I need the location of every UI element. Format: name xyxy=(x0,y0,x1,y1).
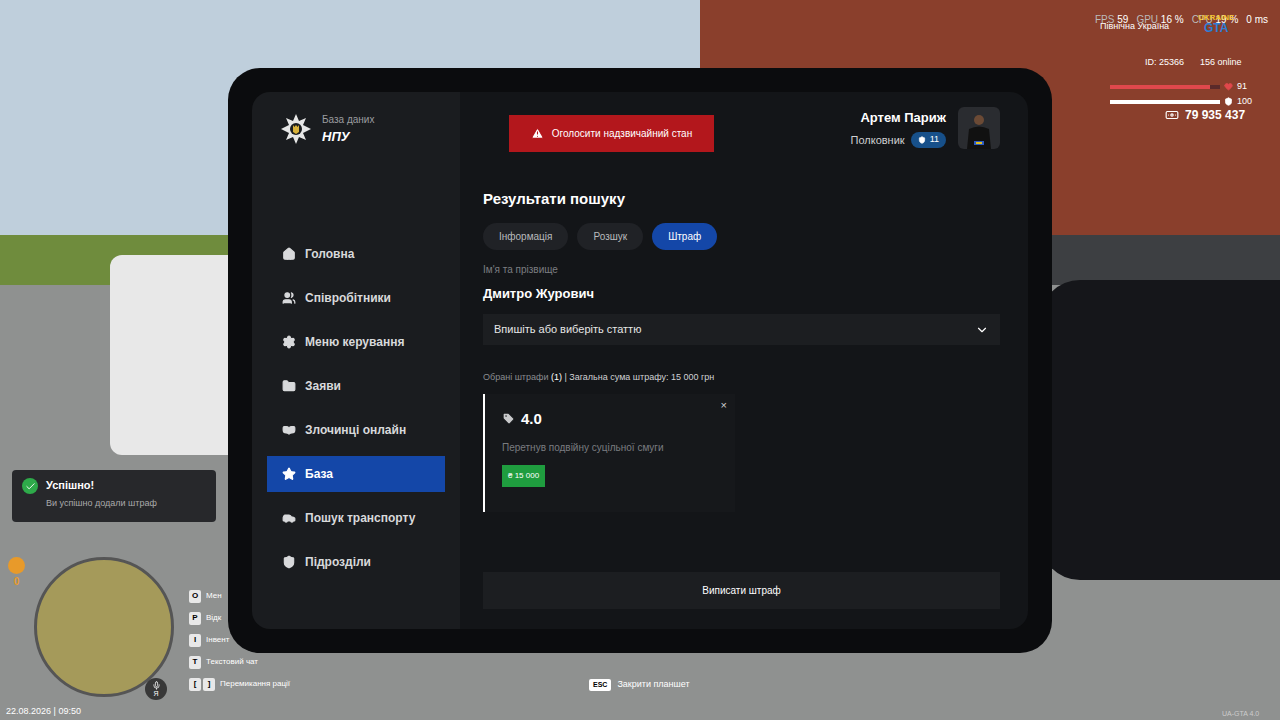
sidebar-item-icon xyxy=(282,423,296,437)
submit-fine-button[interactable]: Виписати штраф xyxy=(483,572,1000,609)
success-icon xyxy=(22,478,38,494)
sidebar-item[interactable]: Меню керування xyxy=(267,324,445,360)
warning-icon xyxy=(531,127,544,140)
sidebar-item[interactable]: Пошук транспорту xyxy=(267,500,445,536)
key-cap: P xyxy=(189,612,201,625)
sidebar-item-icon xyxy=(282,467,296,481)
content: Оголосити надзвичайний стан Артем Париж По… xyxy=(460,92,1028,629)
key-hint: TТекстовий чат xyxy=(189,655,290,669)
sidebar-item[interactable]: Підрозділи xyxy=(267,544,445,580)
sidebar-item[interactable]: База xyxy=(267,456,445,492)
black-car xyxy=(1040,280,1280,580)
key-cap: T xyxy=(189,656,201,669)
armor-row: 100 xyxy=(1110,95,1252,109)
fines-summary: Обрані штрафи (1) | Загальна сума штрафу… xyxy=(483,371,1000,385)
sidebar-item-icon xyxy=(282,247,296,261)
datetime: 22.08.2026 | 09:50 xyxy=(6,705,81,719)
remove-fine-button[interactable]: × xyxy=(721,400,727,411)
name-label: Ім'я та прізвище xyxy=(483,262,1000,277)
armor-icon xyxy=(1224,97,1233,106)
sidebar-item-icon xyxy=(282,291,296,305)
article-select[interactable]: Впишіть або виберіть статтю xyxy=(483,314,1000,345)
fine-article: 4.0 xyxy=(521,408,542,431)
sidebar: База данихНПУ Головна Співробітники Меню ке… xyxy=(252,92,460,629)
online-count: 156 online xyxy=(1200,56,1242,70)
key-cap: ] xyxy=(203,678,215,691)
sidebar-item[interactable]: Співробітники xyxy=(267,280,445,316)
tabs: Інформація Розшук Штраф xyxy=(483,223,1000,250)
police-logo-icon xyxy=(280,113,312,145)
ping-stat: 0 ms xyxy=(1246,12,1268,27)
user-block: Артем Париж Полковник 11 xyxy=(851,107,1000,149)
level-icon xyxy=(918,136,926,144)
game-screen: FPS 59GPU 16 %CPU 19 %0 msПівнічна Украї… xyxy=(0,0,1280,720)
fine-description: Перетнув подвійну суцільної смуги xyxy=(502,442,677,453)
person-name: Дмитро Журович xyxy=(483,284,1000,304)
key-cap: I xyxy=(189,634,201,647)
mic-icon xyxy=(152,681,161,690)
heart-icon xyxy=(1224,82,1233,91)
sidebar-item[interactable]: Злочинці онлайн xyxy=(267,412,445,448)
key-cap: O xyxy=(189,590,201,603)
server-logo: UKRAINEGTA xyxy=(1198,14,1234,34)
fine-card: 4.0 Перетнув подвійну суцільної смуги ₴ 15… xyxy=(483,394,735,512)
user-avatar xyxy=(958,107,1000,149)
fine-amount: ₴ 15 000 xyxy=(502,465,545,487)
version: UA-GTA 4.0 xyxy=(1222,709,1259,720)
voice-key: Я xyxy=(145,678,167,700)
sidebar-item-icon xyxy=(282,555,296,569)
brand: База данихНПУ xyxy=(252,92,460,147)
sidebar-item[interactable]: Заяви xyxy=(267,368,445,404)
tablet: База данихНПУ Головна Співробітники Меню ке… xyxy=(228,68,1052,653)
chevron-down-icon xyxy=(975,323,989,337)
notification-message: Ви успішно додали штраф xyxy=(46,497,157,511)
sidebar-item-icon xyxy=(282,335,296,349)
notification-title: Успішно! xyxy=(46,477,157,494)
header: Оголосити надзвичайний стан Артем Париж По… xyxy=(483,92,1000,152)
notification: Успішно! Ви успішно додали штраф xyxy=(12,470,216,522)
health-row: 91 xyxy=(1110,80,1247,94)
key-cap: [ xyxy=(189,678,201,691)
fines-list: 4.0 Перетнув подвійну суцільної смуги ₴ 15… xyxy=(483,394,1000,512)
player-id: ID: 25366 xyxy=(1145,56,1184,70)
sidebar-item[interactable]: Головна xyxy=(267,236,445,272)
user-name: Артем Париж xyxy=(860,108,946,128)
user-rank: Полковник xyxy=(851,132,905,149)
server-name: Північна Україна xyxy=(1100,20,1169,34)
tab[interactable]: Штраф xyxy=(652,223,717,250)
tab[interactable]: Розшук xyxy=(577,223,643,250)
minimap-badge: 0 xyxy=(8,557,25,589)
minimap xyxy=(34,557,174,697)
money-icon xyxy=(1165,108,1179,122)
sidebar-item-icon xyxy=(282,379,296,393)
tag-icon xyxy=(502,412,515,425)
tab[interactable]: Інформація xyxy=(483,223,568,250)
police-car xyxy=(110,255,240,455)
avatar-figure-icon xyxy=(964,111,994,149)
sidebar-item-icon xyxy=(282,511,296,525)
results-title: Результати пошуку xyxy=(483,188,1000,211)
user-level-badge: 11 xyxy=(911,132,946,148)
money: 79 935 437 xyxy=(1165,106,1245,124)
key-hint: []Перемикання рації xyxy=(189,677,290,691)
emergency-button[interactable]: Оголосити надзвичайний стан xyxy=(509,115,714,152)
close-hint: ESCЗакрити планшет xyxy=(589,678,690,692)
